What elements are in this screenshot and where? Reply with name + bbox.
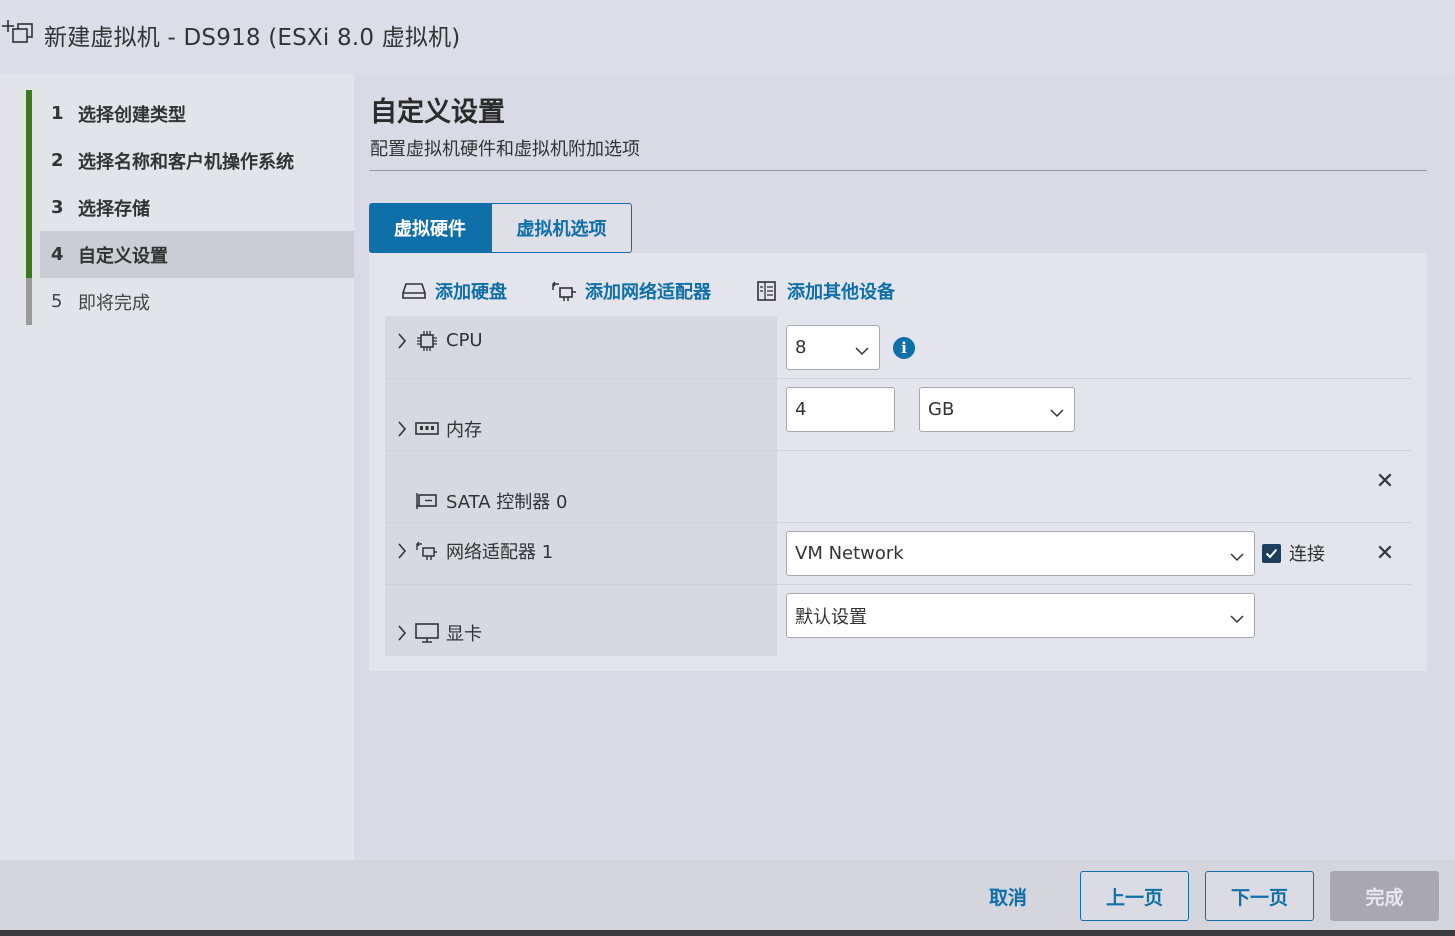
tab-virtual-hardware[interactable]: 虚拟硬件	[369, 203, 491, 253]
add-hard-disk-label: 添加硬盘	[435, 282, 507, 303]
step-progress-bar	[26, 137, 32, 184]
display-select[interactable]: 默认设置	[786, 593, 1255, 638]
divider	[369, 170, 1427, 171]
add-network-adapter-button[interactable]: 添加网络适配器	[551, 278, 711, 304]
connect-label: 连接	[1289, 544, 1325, 565]
connect-checkbox[interactable]: 连接	[1262, 540, 1325, 566]
step-select-name-os[interactable]: 2 选择名称和客户机操作系统	[26, 137, 354, 184]
back-button[interactable]: 上一页	[1080, 871, 1189, 921]
tab-bar: 虚拟硬件 虚拟机选项	[369, 203, 632, 253]
cpu-count-select[interactable]: 8	[786, 325, 880, 370]
step-label: 选择存储	[78, 198, 150, 220]
network-adapter-label: 网络适配器 1	[446, 542, 554, 563]
network-value: VM Network	[795, 543, 904, 564]
step-progress-bar	[26, 90, 32, 137]
display-value: 默认设置	[795, 606, 867, 628]
page-title: 自定义设置	[370, 97, 505, 128]
step-progress-bar	[26, 278, 32, 325]
step-number: 5	[51, 291, 63, 312]
step-ready-to-complete[interactable]: 5 即将完成	[26, 278, 354, 325]
cpu-row-label[interactable]: CPU	[393, 330, 483, 351]
chevron-down-icon	[1230, 608, 1244, 629]
next-button[interactable]: 下一页	[1205, 871, 1314, 921]
step-label: 选择名称和客户机操作系统	[78, 151, 294, 173]
remove-sata-button[interactable]: ✕	[1375, 469, 1395, 494]
network-adapter-icon	[415, 541, 439, 561]
cpu-icon	[415, 330, 439, 351]
hardware-row-cpu: CPU 8 i	[385, 316, 1411, 379]
step-select-storage[interactable]: 3 选择存储	[26, 184, 354, 231]
hardware-row-memory: 内存 4 GB	[385, 379, 1411, 451]
chevron-down-icon	[855, 340, 869, 361]
step-progress-bar	[26, 184, 32, 231]
device-list-icon	[757, 281, 776, 301]
step-number: 1	[51, 103, 64, 124]
finish-button[interactable]: 完成	[1330, 871, 1439, 921]
page-subtitle: 配置虚拟机硬件和虚拟机附加选项	[370, 139, 640, 160]
step-customize-settings[interactable]: 4 自定义设置	[26, 231, 354, 278]
display-label: 显卡	[446, 624, 482, 645]
chevron-down-icon	[1050, 402, 1064, 423]
sata-row-label: SATA 控制器 0	[393, 488, 567, 514]
hardware-row-sata: SATA 控制器 0 ✕	[385, 451, 1411, 523]
sata-controller-icon	[415, 491, 439, 511]
memory-icon	[415, 419, 439, 439]
chevron-right-icon[interactable]	[393, 332, 411, 350]
hardware-table: CPU 8 i 内存 4 GB SATA 控制器 0 ✕ 网络适配器 1 VM …	[385, 316, 1411, 656]
memory-size-input[interactable]: 4	[786, 387, 895, 432]
memory-unit-value: GB	[928, 399, 955, 420]
step-number: 3	[51, 197, 64, 218]
chevron-right-icon[interactable]	[393, 542, 411, 560]
background-strip	[0, 930, 1455, 936]
hardware-panel: 添加硬盘 添加网络适配器 添加其他设备 CPU 8 i 内存 4 GB SATA…	[369, 253, 1427, 671]
step-select-creation-type[interactable]: 1 选择创建类型	[26, 90, 354, 137]
network-row-label[interactable]: 网络适配器 1	[393, 538, 553, 564]
step-label: 自定义设置	[78, 245, 168, 267]
display-row-label[interactable]: 显卡	[393, 620, 482, 646]
network-select[interactable]: VM Network	[786, 531, 1255, 576]
memory-unit-select[interactable]: GB	[919, 387, 1075, 432]
step-progress-bar	[26, 231, 32, 278]
step-number: 4	[51, 244, 64, 265]
memory-size-value: 4	[795, 399, 807, 420]
checkmark-icon	[1262, 543, 1281, 563]
new-vm-icon	[2, 18, 36, 46]
monitor-icon	[415, 623, 439, 643]
main-content: 自定义设置 配置虚拟机硬件和虚拟机附加选项 虚拟硬件 虚拟机选项 添加硬盘 添加…	[354, 74, 1455, 860]
chevron-right-icon[interactable]	[393, 624, 411, 642]
hardware-toolbar: 添加硬盘 添加网络适配器 添加其他设备	[401, 277, 939, 305]
remove-network-button[interactable]: ✕	[1375, 541, 1395, 566]
add-network-adapter-label: 添加网络适配器	[585, 282, 711, 303]
cpu-count-value: 8	[795, 337, 807, 358]
wizard-footer: 取消 上一页 下一页 完成	[0, 860, 1455, 930]
sata-label: SATA 控制器 0	[446, 492, 568, 513]
step-label: 即将完成	[78, 292, 150, 314]
cpu-label: CPU	[446, 330, 483, 351]
hardware-row-display: 显卡 默认设置	[385, 585, 1411, 656]
add-hard-disk-button[interactable]: 添加硬盘	[401, 278, 507, 304]
network-adapter-icon	[552, 281, 576, 301]
chevron-right-icon[interactable]	[393, 420, 411, 438]
info-icon[interactable]: i	[893, 337, 915, 359]
chevron-down-icon	[1230, 546, 1244, 567]
title-bar: 新建虚拟机 - DS918 (ESXi 8.0 虚拟机)	[0, 0, 1455, 74]
step-label: 选择创建类型	[78, 104, 186, 126]
add-other-device-button[interactable]: 添加其他设备	[755, 278, 895, 304]
tab-vm-options[interactable]: 虚拟机选项	[491, 203, 632, 253]
memory-label: 内存	[446, 420, 482, 441]
memory-row-label[interactable]: 内存	[393, 416, 482, 442]
hardware-row-network: 网络适配器 1 VM Network 连接 ✕	[385, 523, 1411, 585]
add-other-device-label: 添加其他设备	[787, 282, 895, 303]
cancel-button[interactable]: 取消	[968, 871, 1048, 921]
window-title: 新建虚拟机 - DS918 (ESXi 8.0 虚拟机)	[44, 25, 461, 51]
wizard-steps-sidebar: 1 选择创建类型 2 选择名称和客户机操作系统 3 选择存储 4 自定义设置 5…	[0, 74, 354, 860]
hard-disk-icon	[402, 283, 426, 299]
step-number: 2	[51, 150, 64, 171]
